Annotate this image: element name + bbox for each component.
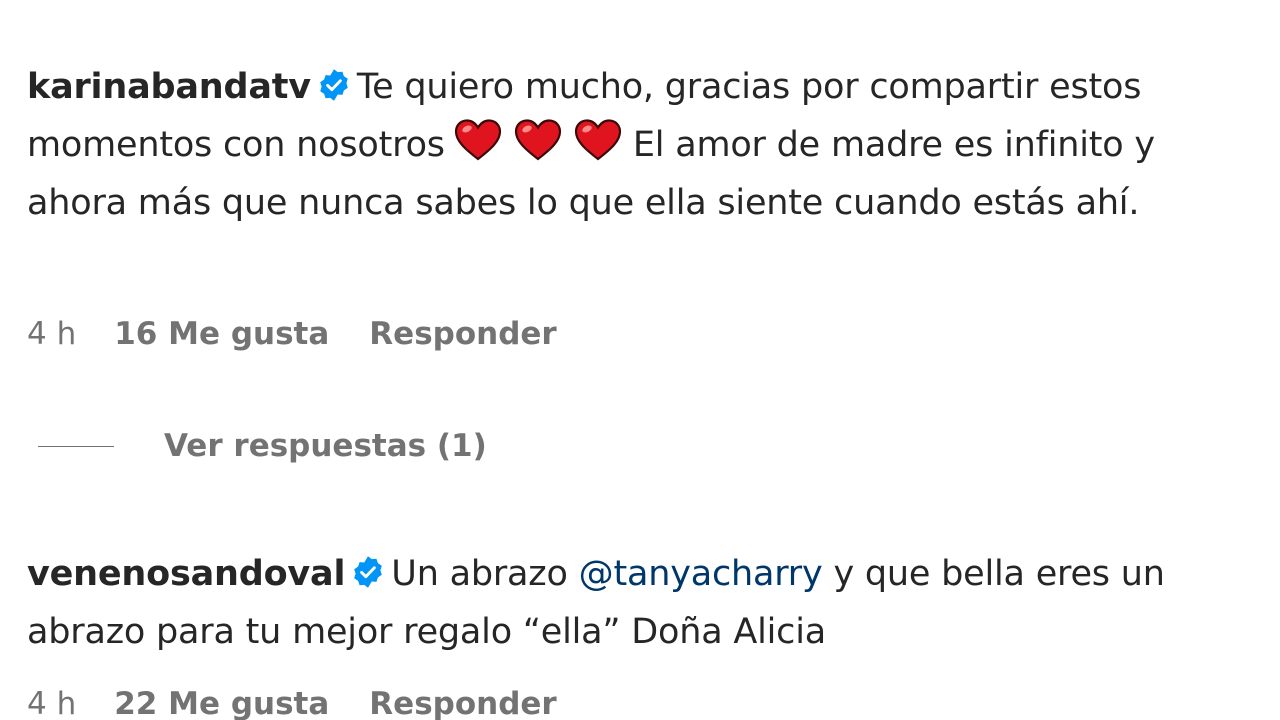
comment-username[interactable]: venenosandoval	[27, 554, 345, 594]
view-replies-button[interactable]: Ver respuestas (1)	[38, 428, 487, 464]
heart-icon	[514, 119, 561, 161]
mention-link[interactable]: @tanyacharry	[579, 554, 823, 594]
comment-venenosandoval: venenosandoval Un abrazo @tanyacharry y …	[27, 545, 1262, 661]
reply-button[interactable]: Responder	[369, 686, 556, 720]
heart-icon	[574, 119, 621, 161]
comment-text-part: Un abrazo	[391, 554, 568, 594]
heart-emojis	[453, 119, 633, 165]
likes-count-button[interactable]: 22 Me gusta	[114, 686, 329, 720]
replies-divider-line	[38, 445, 114, 447]
verified-badge-icon	[320, 69, 348, 101]
verified-badge-icon	[354, 556, 383, 588]
comment-karinabandatv: karinabandatv Te quiero mucho, gracias p…	[27, 58, 1262, 232]
comment-body: venenosandoval Un abrazo @tanyacharry y …	[27, 545, 1262, 661]
comment-meta: 4 h 16 Me gusta Responder	[27, 316, 557, 352]
comment-username[interactable]: karinabandatv	[27, 67, 311, 107]
reply-button[interactable]: Responder	[369, 316, 556, 352]
comments-page: karinabandatv Te quiero mucho, gracias p…	[0, 0, 1280, 720]
comment-meta: 4 h 22 Me gusta Responder	[27, 686, 557, 720]
view-replies-label: Ver respuestas (1)	[164, 428, 487, 464]
comment-body: karinabandatv Te quiero mucho, gracias p…	[27, 58, 1262, 232]
comment-time: 4 h	[27, 686, 77, 720]
comment-time: 4 h	[27, 316, 77, 352]
likes-count-button[interactable]: 16 Me gusta	[114, 316, 329, 352]
heart-icon	[454, 119, 501, 161]
